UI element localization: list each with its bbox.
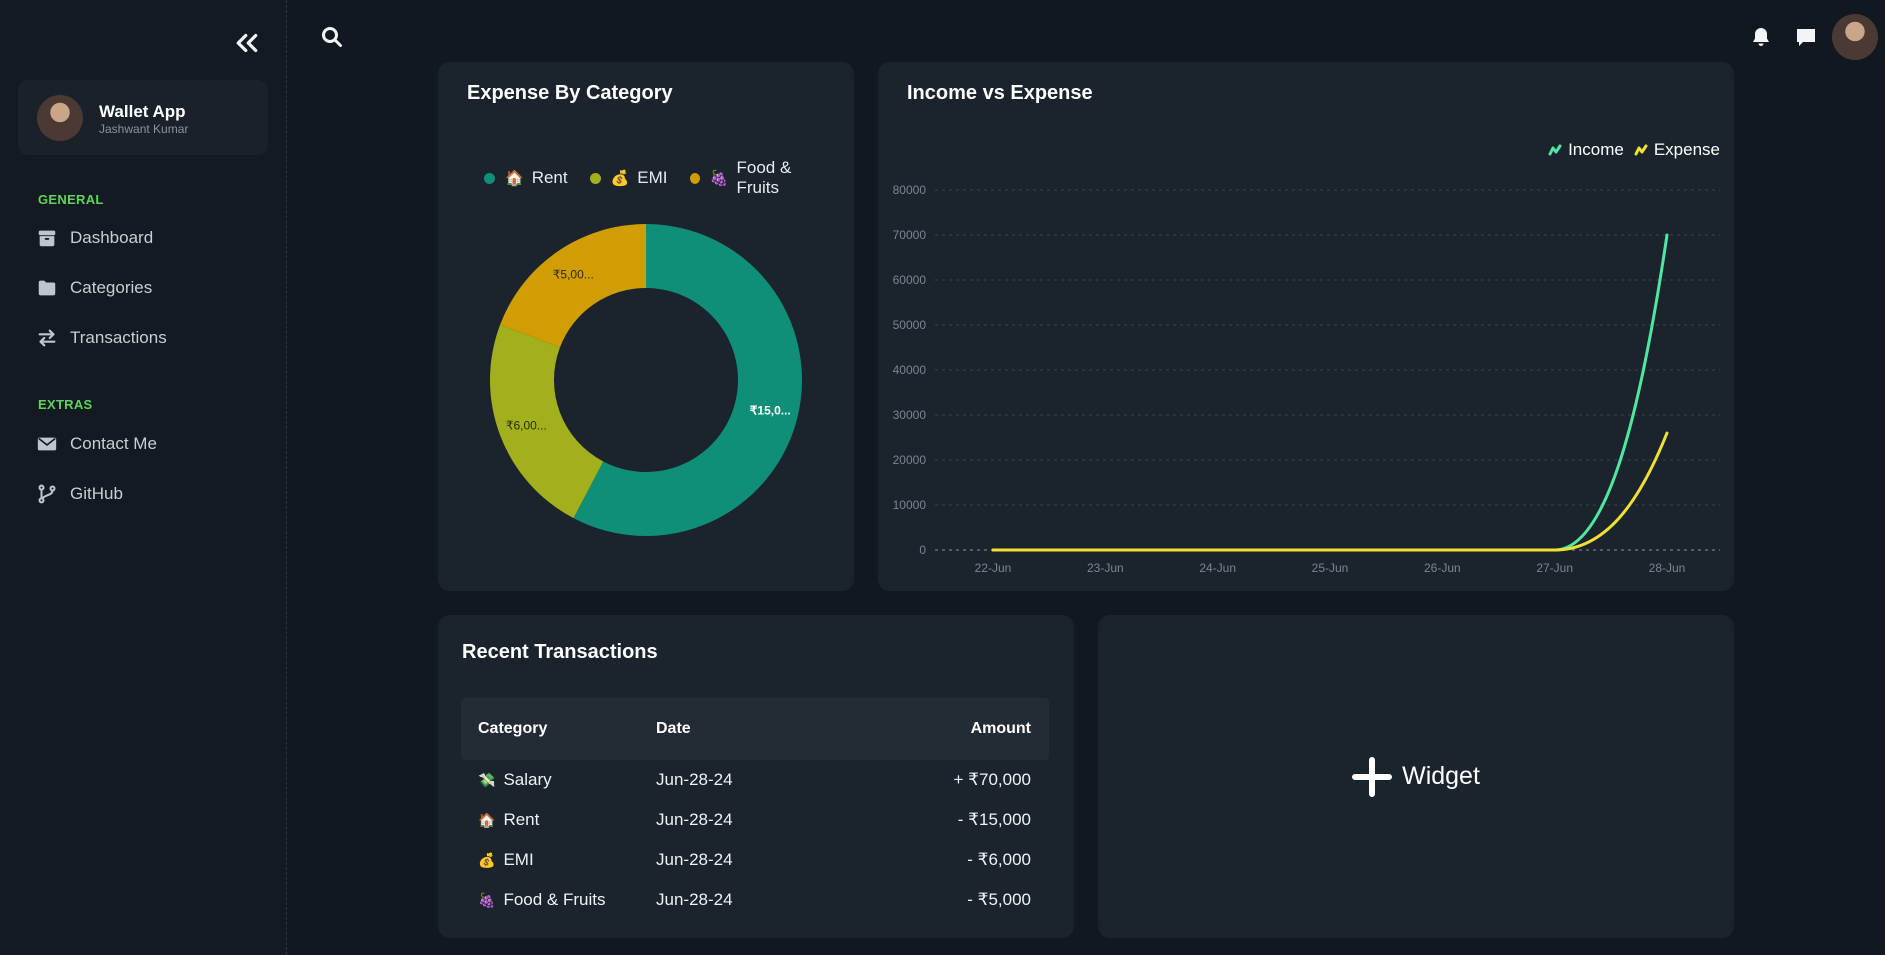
cell-date: Jun-28-24 (656, 810, 733, 829)
bell-icon[interactable] (1749, 25, 1773, 49)
y-tick-label: 80000 (893, 183, 927, 197)
cell-category: 🏠 Rent (461, 810, 654, 830)
donut-slice-food-fruits[interactable] (500, 224, 646, 348)
x-tick-label: 26-Jun (1424, 561, 1461, 575)
sidebar-item-categories[interactable]: Categories (36, 274, 152, 302)
folder-icon (38, 280, 56, 296)
x-tick-label: 24-Jun (1199, 561, 1236, 575)
search-icon[interactable] (320, 25, 344, 49)
message-icon[interactable] (1794, 25, 1818, 49)
donut-chart: ₹15,0... ₹6,00... ₹5,00... (490, 224, 802, 536)
cell-amount: - ₹5,000 (967, 890, 1031, 909)
sidebar-item-transactions[interactable]: Transactions (36, 324, 167, 352)
x-tick-label: 28-Jun (1649, 561, 1686, 575)
sidebar-item-github[interactable]: GitHub (36, 480, 123, 508)
add-widget-card: Widget (1098, 615, 1734, 938)
box-icon (38, 230, 56, 247)
category-emoji-icon: 💰 (478, 851, 496, 868)
recent-transactions-card: Recent Transactions Category Date Amount… (438, 615, 1074, 938)
swap-icon (38, 329, 56, 347)
y-tick-label: 20000 (893, 453, 927, 467)
y-tick-label: 60000 (893, 273, 927, 287)
cell-date: Jun-28-24 (656, 890, 733, 909)
table-row[interactable]: 🍇 Food & Fruits Jun-28-24 - ₹5,000 (461, 880, 1049, 920)
sidebar-item-label: Contact Me (70, 434, 157, 453)
category-emoji-icon: 🏠 (478, 811, 496, 828)
category-label: Rent (503, 810, 540, 829)
cell-date: Jun-28-24 (656, 850, 733, 869)
y-tick-label: 70000 (893, 228, 927, 242)
table-row[interactable]: 💰 EMI Jun-28-24 - ₹6,000 (461, 840, 1049, 880)
plus-icon (1352, 756, 1393, 797)
sidebar-item-contact[interactable]: Contact Me (36, 430, 157, 458)
category-label: Salary (503, 770, 552, 789)
cell-amount: + ₹70,000 (953, 770, 1031, 789)
x-tick-label: 27-Jun (1536, 561, 1573, 575)
category-label: EMI (503, 850, 534, 869)
cell-amount: - ₹15,000 (957, 810, 1031, 829)
slice-label: ₹15,0... (750, 404, 791, 418)
sidebar-item-label: Categories (70, 278, 153, 297)
collapse-sidebar-icon[interactable] (232, 28, 262, 58)
sidebar-item-label: GitHub (70, 484, 123, 503)
cell-category: 🍇 Food & Fruits (461, 890, 654, 910)
header-amount: Amount (970, 720, 1031, 737)
x-tick-label: 25-Jun (1312, 561, 1349, 575)
y-tick-label: 10000 (893, 498, 927, 512)
profile-subtitle: Jashwant Kumar (99, 122, 189, 136)
transactions-table: Category Date Amount 💸 Salary Jun-28-24 + ₹… (461, 698, 1049, 920)
section-label-general: GENERAL (38, 192, 104, 207)
income-vs-expense-card: Income vs Expense Income Expense 0 10000 2… (878, 62, 1734, 591)
widget-label: Widget (1402, 762, 1480, 790)
y-tick-label: 50000 (893, 318, 927, 332)
cell-amount: - ₹6,000 (967, 850, 1031, 869)
table-header: Category Date Amount (461, 698, 1049, 760)
category-emoji-icon: 🍇 (478, 891, 496, 908)
expense-by-category-card: Expense By Category 🏠 Rent 💰 EMI 🍇 Food … (438, 62, 854, 591)
cell-category: 💸 Salary (461, 770, 654, 790)
y-tick-label: 30000 (893, 408, 927, 422)
x-tick-label: 22-Jun (975, 561, 1012, 575)
git-branch-icon (38, 484, 56, 504)
series-line-expense[interactable] (991, 431, 1669, 552)
sidebar-item-dashboard[interactable]: Dashboard (36, 224, 153, 252)
header-category: Category (478, 720, 548, 737)
sidebar-item-label: Dashboard (70, 228, 154, 247)
table-row[interactable]: 💸 Salary Jun-28-24 + ₹70,000 (461, 760, 1049, 800)
table-row[interactable]: 🏠 Rent Jun-28-24 - ₹15,000 (461, 800, 1049, 840)
cell-date: Jun-28-24 (656, 770, 733, 789)
category-emoji-icon: 💸 (478, 771, 496, 788)
avatar (37, 95, 83, 141)
y-tick-label: 0 (919, 543, 926, 557)
header-date: Date (656, 720, 691, 737)
sidebar-item-label: Transactions (70, 328, 167, 347)
section-label-extras: EXTRAS (38, 397, 93, 412)
header-avatar[interactable] (1832, 14, 1878, 60)
add-widget-button[interactable]: Widget (1098, 615, 1734, 938)
sidebar: Wallet App Jashwant Kumar GENERAL Dashbo… (0, 0, 287, 955)
y-tick-label: 40000 (893, 363, 927, 377)
card-title: Recent Transactions (462, 641, 658, 663)
profile-card[interactable]: Wallet App Jashwant Kumar (18, 80, 268, 155)
table-body: 💸 Salary Jun-28-24 + ₹70,000 🏠 Rent Jun-28-24 -… (461, 760, 1049, 920)
profile-name: Wallet App (99, 102, 186, 121)
slice-label: ₹5,00... (553, 268, 594, 282)
category-label: Food & Fruits (503, 890, 606, 909)
slice-label: ₹6,00... (506, 418, 547, 432)
x-tick-label: 23-Jun (1087, 561, 1124, 575)
cell-category: 💰 EMI (461, 850, 654, 870)
series-line-income[interactable] (991, 233, 1669, 552)
line-chart: 0 10000 20000 30000 40000 50000 60000 70000 8000… (893, 183, 1720, 575)
mail-icon (37, 437, 57, 451)
